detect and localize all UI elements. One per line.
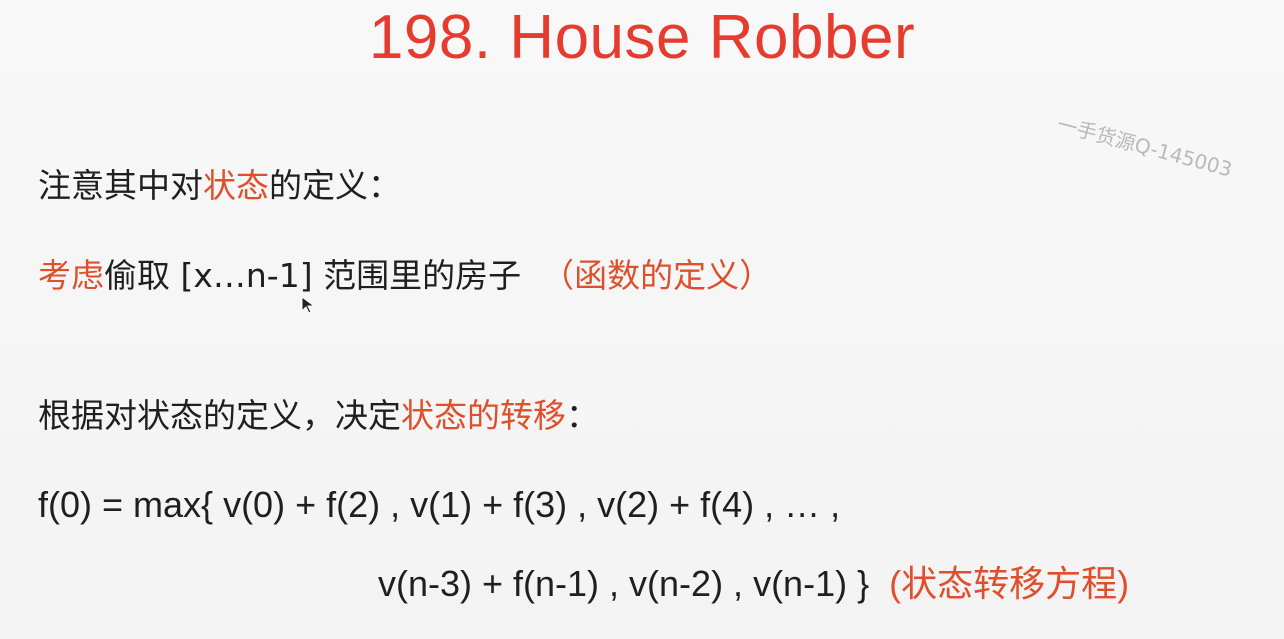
transition-decision-highlight: 状态的转移: [401, 396, 566, 435]
state-definition-prefix: 注意其中对: [38, 166, 203, 205]
mouse-cursor-icon: [301, 296, 315, 314]
transition-decision-prefix: 根据对状态的定义，决定: [38, 396, 401, 435]
transition-decision-line: 根据对状态的定义，决定状态的转移：: [38, 394, 599, 438]
watermark-text: 一手货源Q-145003: [1054, 111, 1235, 182]
consider-highlight: 考虑: [38, 256, 104, 295]
slide-canvas: 198. House Robber 一手货源Q-145003 注意其中对状态的定…: [0, 0, 1284, 639]
function-definition-label: （函数的定义）: [541, 256, 773, 295]
transition-formula-expression: v(n-3) + f(n-1) , v(n-2) , v(n-1) }: [378, 563, 870, 604]
function-definition-line: 考虑偷取 [x…n-1] 范围里的房子 （函数的定义）: [38, 254, 772, 298]
transition-decision-suffix: ：: [566, 396, 599, 435]
slide-title: 198. House Robber: [368, 3, 916, 72]
state-definition-highlight: 状态: [203, 166, 269, 205]
transition-equation-label: (状态转移方程): [889, 563, 1130, 604]
function-definition-text: 偷取 [x…n-1] 范围里的房子: [104, 256, 522, 295]
state-definition-note: 注意其中对状态的定义：: [38, 164, 401, 208]
transition-formula-line-2: v(n-3) + f(n-1) , v(n-2) , v(n-1) } (状态转移…: [378, 562, 1129, 606]
transition-formula-line-1: f(0) = max{ v(0) + f(2) , v(1) + f(3) , …: [38, 484, 841, 525]
state-definition-suffix: 的定义：: [269, 166, 401, 205]
